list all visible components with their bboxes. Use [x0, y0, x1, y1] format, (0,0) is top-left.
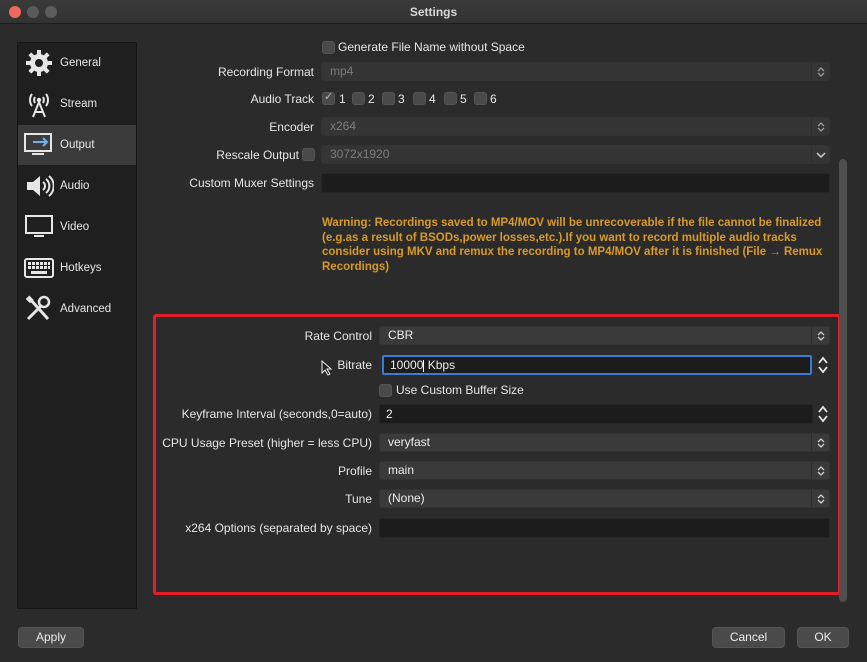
tune-label: Tune: [345, 492, 372, 506]
settings-sidebar: General Stream Output Audio Video Hotkey…: [17, 42, 137, 609]
cpu-preset-value: veryfast: [388, 435, 431, 449]
scrollbar-thumb[interactable]: [839, 159, 847, 602]
tune-value: (None): [388, 491, 425, 505]
sidebar-item-label: Hotkeys: [60, 262, 102, 274]
settings-window: General Stream Output Audio Video Hotkey…: [0, 24, 867, 662]
audio-track-5-checkbox[interactable]: [444, 92, 457, 105]
sidebar-item-hotkeys[interactable]: Hotkeys: [18, 248, 136, 288]
broadcast-tower-icon: [22, 89, 56, 119]
encoder-label: Encoder: [269, 120, 314, 134]
profile-label: Profile: [337, 464, 372, 478]
spin-arrows-icon: [818, 405, 828, 422]
ok-button[interactable]: OK: [797, 627, 849, 648]
x264-options-input[interactable]: [379, 518, 830, 538]
profile-value: main: [388, 463, 415, 477]
chevron-updown-icon: [811, 118, 829, 135]
custom-muxer-label: Custom Muxer Settings: [189, 176, 314, 190]
audio-track-2-checkbox[interactable]: [352, 92, 365, 105]
encoder-select[interactable]: x264: [321, 117, 830, 136]
rescale-output-checkbox[interactable]: [302, 148, 315, 161]
sidebar-item-video[interactable]: Video: [18, 207, 136, 247]
x264-options-label: x264 Options (separated by space): [185, 521, 372, 535]
rate-control-select[interactable]: CBR: [379, 326, 830, 345]
audio-track-1-checkbox[interactable]: ✓: [322, 91, 335, 105]
audio-track-label: Audio Track: [250, 92, 314, 106]
audio-track-6-checkbox[interactable]: [474, 92, 487, 105]
chevron-updown-icon: [811, 462, 829, 479]
sidebar-item-label: Output: [60, 139, 95, 151]
cancel-button[interactable]: Cancel: [712, 627, 785, 648]
sidebar-item-label: Advanced: [60, 303, 112, 315]
bitrate-unit: Kbps: [427, 358, 456, 372]
audio-track-4-label: 4: [429, 92, 436, 106]
sidebar-item-label: Video: [60, 221, 90, 233]
profile-select[interactable]: main: [379, 461, 830, 480]
rescale-output-value: 3072x1920: [330, 147, 390, 161]
encoder-value: x264: [330, 119, 357, 133]
spin-arrows-icon: [818, 356, 828, 373]
rate-control-value: CBR: [388, 328, 414, 342]
custom-buffer-checkbox[interactable]: [379, 384, 392, 397]
chevron-updown-icon: [811, 63, 829, 80]
sidebar-item-label: Stream: [60, 98, 98, 110]
sidebar-item-audio[interactable]: Audio: [18, 166, 136, 206]
text-cursor: [423, 359, 425, 372]
audio-track-5-label: 5: [460, 92, 467, 106]
audio-track-1-label: 1: [339, 92, 346, 106]
audio-track-6-label: 6: [490, 92, 497, 106]
recording-format-select[interactable]: mp4: [321, 62, 830, 81]
audio-track-3-checkbox[interactable]: [382, 92, 395, 105]
generate-filename-checkbox[interactable]: [322, 41, 335, 54]
output-monitor-icon: [22, 130, 56, 160]
rescale-output-label: Rescale Output: [216, 148, 299, 162]
rate-control-label: Rate Control: [304, 329, 372, 343]
speaker-icon: [22, 171, 56, 201]
title-bar: Settings: [0, 0, 867, 24]
bitrate-value: 10000: [390, 358, 424, 372]
window-title: Settings: [409, 5, 458, 19]
apply-button[interactable]: Apply: [18, 627, 84, 648]
sidebar-item-stream[interactable]: Stream: [18, 84, 136, 124]
keyframe-spinner[interactable]: [816, 403, 830, 424]
keyframe-interval-input[interactable]: 2: [379, 404, 813, 424]
chevron-down-icon: [811, 146, 829, 163]
sidebar-item-label: Audio: [60, 180, 90, 192]
cpu-preset-select[interactable]: veryfast: [379, 433, 830, 452]
sidebar-item-label: General: [60, 57, 101, 69]
custom-muxer-input[interactable]: [321, 173, 830, 193]
keyboard-icon: [22, 253, 56, 283]
monitor-icon: [22, 212, 56, 242]
rescale-output-select[interactable]: 3072x1920: [321, 145, 830, 164]
cpu-preset-label: CPU Usage Preset (higher = less CPU): [162, 436, 372, 450]
tune-select[interactable]: (None): [379, 489, 830, 508]
audio-track-3-label: 3: [398, 92, 405, 106]
chevron-updown-icon: [811, 490, 829, 507]
recording-format-value: mp4: [330, 64, 354, 78]
mouse-pointer-icon: [321, 359, 333, 379]
chevron-updown-icon: [811, 327, 829, 344]
recording-format-label: Recording Format: [217, 65, 314, 79]
checkmark-icon: ✓: [324, 91, 334, 103]
gear-icon: [22, 48, 56, 78]
sidebar-item-general[interactable]: General: [18, 43, 136, 83]
audio-track-4-checkbox[interactable]: [413, 92, 426, 105]
bitrate-label: Bitrate: [337, 358, 372, 372]
tools-icon: [22, 294, 56, 324]
bitrate-spinner[interactable]: [816, 354, 830, 375]
keyframe-interval-label: Keyframe Interval (seconds,0=auto): [181, 407, 372, 421]
custom-buffer-label: Use Custom Buffer Size: [396, 383, 524, 397]
sidebar-item-output[interactable]: Output: [18, 125, 136, 165]
audio-track-2-label: 2: [368, 92, 375, 106]
chevron-updown-icon: [811, 434, 829, 451]
mp4-warning-text: Warning: Recordings saved to MP4/MOV wil…: [322, 217, 823, 273]
sidebar-item-advanced[interactable]: Advanced: [18, 289, 136, 329]
bitrate-input[interactable]: 10000 Kbps: [382, 355, 812, 375]
generate-filename-label: Generate File Name without Space: [338, 40, 525, 54]
